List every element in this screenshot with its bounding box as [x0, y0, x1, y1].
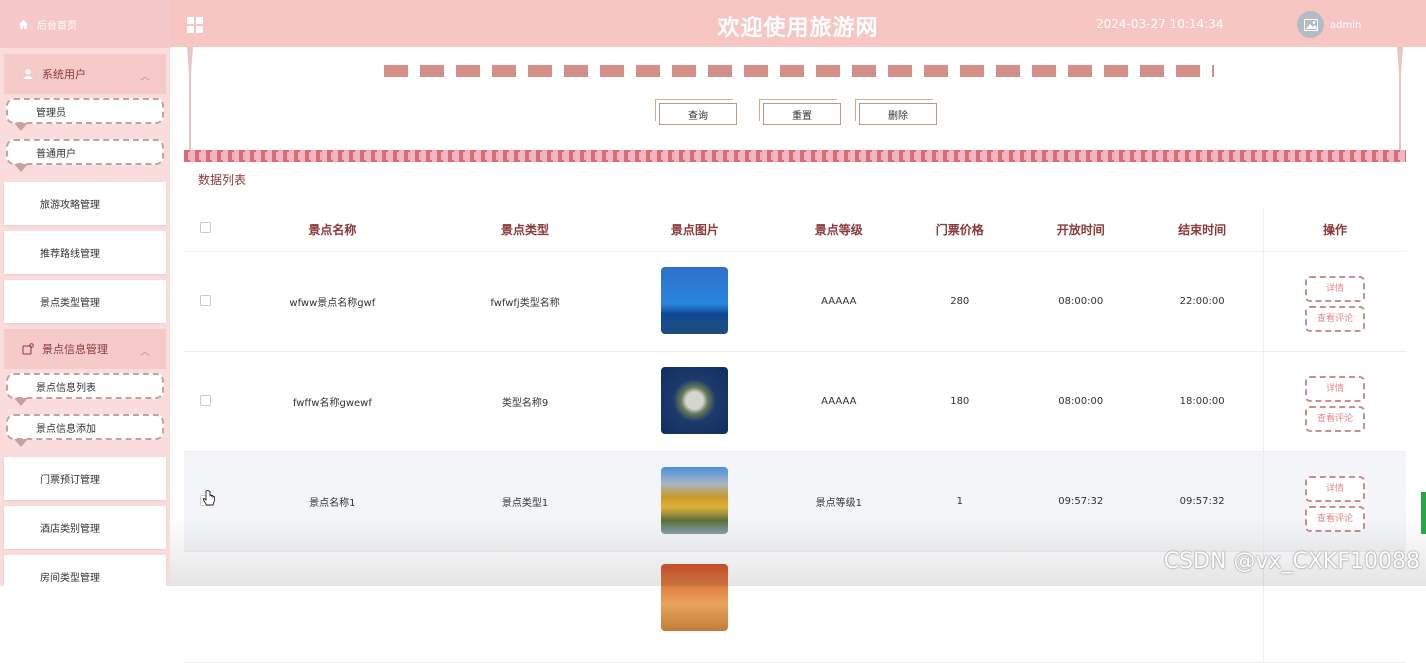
row-actions: 详情 查看评论	[1263, 251, 1406, 352]
table-row: fwffw名称gwewf 类型名称9 AAAAA 180 08:00:00 18…	[184, 351, 1406, 452]
table-row: 景点名称1 景点类型1 景点等级1 1 09:57:32 09:57:32 详情…	[184, 451, 1406, 552]
home-icon	[18, 19, 29, 29]
view-comments-button[interactable]: 查看评论	[1305, 305, 1365, 332]
sidebar-home-label: 后台首页	[37, 20, 77, 32]
scenic-type: fwfwfj类型名称	[438, 251, 612, 352]
scenic-level: AAAAA	[778, 251, 900, 352]
sidebar-item-routes[interactable]: 推荐路线管理	[4, 231, 166, 274]
column-header: 结束时间	[1141, 207, 1264, 252]
sidebar-item-label: 普通用户	[36, 148, 76, 160]
user-icon	[23, 69, 33, 79]
reset-button[interactable]: 重置	[763, 103, 841, 125]
open-time: 08:00:00	[1020, 351, 1142, 452]
sidebar-item-admin[interactable]: 管理员	[4, 94, 166, 135]
scenic-image[interactable]	[661, 366, 729, 434]
sidebar-group-label: 系统用户	[42, 68, 86, 81]
decorative-heart-border	[184, 150, 1406, 162]
scenic-type: 类型名称9	[438, 351, 612, 452]
sidebar-item-label: 推荐路线管理	[40, 249, 100, 260]
row-checkbox[interactable]	[199, 294, 211, 306]
column-header: 景点类型	[438, 207, 612, 252]
watermark: CSDN @vx_CXKF10088	[1163, 549, 1420, 574]
open-time: 08:00:00	[1020, 251, 1142, 352]
widget-icon	[22, 343, 34, 355]
sidebar-item-room-types[interactable]: 房间类型管理	[4, 555, 166, 586]
chevron-up-icon: ︿	[140, 347, 150, 358]
sidebar-item-scenic-add[interactable]: 景点信息添加	[4, 410, 166, 451]
detail-button[interactable]: 详情	[1305, 275, 1365, 302]
sidebar-item-users[interactable]: 普通用户	[4, 135, 166, 176]
search-panel: 查询 重置 删除	[184, 47, 1406, 162]
row-actions: 详情 查看评论	[1263, 351, 1406, 452]
image-icon	[1303, 18, 1318, 31]
sidebar-item-label: 管理员	[36, 107, 66, 119]
view-comments-button[interactable]: 查看评论	[1305, 505, 1365, 532]
ticket-price: 1	[899, 451, 1021, 552]
column-header: 门票价格	[899, 207, 1021, 252]
sidebar-home[interactable]: 后台首页	[0, 0, 170, 48]
scenic-level: 景点等级1	[778, 451, 900, 552]
scrollbar-indicator[interactable]	[1421, 492, 1426, 534]
select-all-cell	[184, 207, 226, 252]
delete-button[interactable]: 删除	[859, 103, 937, 125]
open-time: 09:57:32	[1020, 451, 1142, 552]
scenic-image[interactable]	[661, 564, 729, 631]
detail-button[interactable]: 详情	[1305, 475, 1365, 502]
sidebar-item-hotel-categories[interactable]: 酒店类别管理	[4, 506, 166, 549]
column-header: 操作	[1263, 207, 1406, 252]
sidebar-item-scenic-types[interactable]: 景点类型管理	[4, 280, 166, 323]
scenic-table: 景点名称 景点类型 景点图片 景点等级 门票价格 开放时间 结束时间 操作 wf…	[184, 207, 1406, 663]
sidebar-group-system-users[interactable]: 系统用户 ︿	[4, 54, 166, 94]
row-actions: 详情 查看评论	[1263, 451, 1406, 552]
data-list-label: 数据列表	[198, 173, 247, 187]
select-all-checkbox[interactable]	[199, 222, 211, 233]
page-title: 欢迎使用旅游网	[717, 16, 879, 41]
ticket-price: 180	[899, 351, 1021, 452]
avatar[interactable]	[1297, 11, 1324, 38]
sidebar-item-label: 景点信息添加	[36, 423, 96, 435]
close-time: 18:00:00	[1141, 351, 1264, 452]
sidebar-item-label: 景点信息列表	[36, 382, 96, 394]
column-header: 开放时间	[1020, 207, 1142, 252]
scenic-image[interactable]	[661, 466, 729, 534]
sidebar-item-scenic-list[interactable]: 景点信息列表	[4, 369, 166, 410]
view-comments-button[interactable]: 查看评论	[1305, 405, 1365, 432]
query-button[interactable]: 查询	[659, 103, 737, 125]
decorative-divider	[384, 65, 1214, 77]
sidebar-item-ticket-booking[interactable]: 门票预订管理	[4, 457, 166, 500]
sidebar-item-label: 房间类型管理	[40, 573, 100, 584]
close-time: 22:00:00	[1141, 251, 1264, 352]
hand-cursor-icon	[202, 490, 215, 506]
close-time: 09:57:32	[1141, 451, 1264, 552]
scenic-name: wfww景点名称gwf	[226, 251, 439, 352]
sidebar-item-label: 酒店类别管理	[40, 524, 100, 535]
sidebar-item-label: 门票预订管理	[40, 475, 100, 486]
column-header: 景点等级	[778, 207, 900, 252]
datetime-display: 2024-03-27 10:14:34	[1096, 17, 1224, 31]
sidebar-group-scenic-info[interactable]: 景点信息管理 ︿	[4, 329, 166, 369]
top-header: 欢迎使用旅游网 2024-03-27 10:14:34 admin	[170, 0, 1426, 47]
row-checkbox[interactable]	[199, 394, 211, 406]
ticket-price: 280	[899, 251, 1021, 352]
sidebar-group-label: 景点信息管理	[42, 343, 108, 356]
scenic-type: 景点类型1	[438, 451, 612, 552]
main-content: 查询 重置 删除 数据列表 景点名称 景点类型 景点图片 景点等级 门票价格 开…	[184, 47, 1406, 663]
scenic-name: fwffw名称gwewf	[226, 351, 439, 452]
table-header-row: 景点名称 景点类型 景点图片 景点等级 门票价格 开放时间 结束时间 操作	[184, 207, 1406, 252]
sidebar-item-label: 景点类型管理	[40, 298, 100, 309]
table-row: wfww景点名称gwf fwfwfj类型名称 AAAAA 280 08:00:0…	[184, 251, 1406, 352]
column-header: 景点名称	[226, 207, 439, 252]
scenic-name: 景点名称1	[226, 451, 439, 552]
column-header: 景点图片	[611, 207, 779, 252]
detail-button[interactable]: 详情	[1305, 375, 1365, 402]
scenic-image[interactable]	[661, 266, 729, 334]
sidebar: 后台首页 系统用户 ︿ 管理员 普通用户 旅游攻略管理 推荐路线管理 景点类型管…	[0, 0, 170, 586]
sidebar-item-travel-guides[interactable]: 旅游攻略管理	[4, 182, 166, 225]
username[interactable]: admin	[1330, 20, 1361, 31]
scenic-level: AAAAA	[778, 351, 900, 452]
chevron-up-icon: ︿	[140, 72, 150, 83]
sidebar-item-label: 旅游攻略管理	[40, 200, 100, 211]
